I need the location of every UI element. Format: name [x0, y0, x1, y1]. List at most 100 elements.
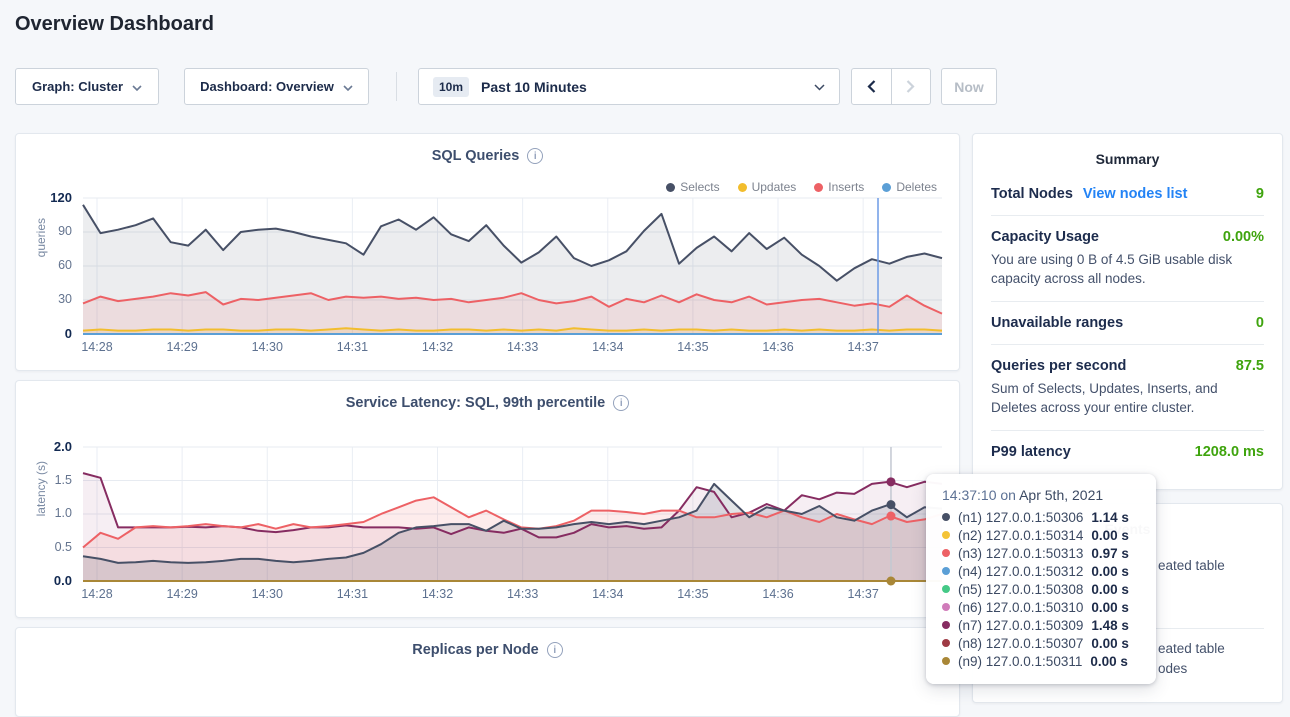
- info-icon[interactable]: i: [547, 642, 563, 658]
- tooltip-timestamp: 14:37:10 on Apr 5th, 2021: [942, 487, 1144, 503]
- y-tick-label: 0.0: [54, 573, 78, 588]
- page-title: Overview Dashboard: [15, 13, 214, 36]
- tooltip-date: Apr 5th, 2021: [1019, 487, 1103, 503]
- x-tick-label: 14:36: [762, 340, 793, 354]
- event-item-fragment: odes: [1158, 661, 1187, 676]
- summary-row-label: Unavailable ranges: [991, 315, 1123, 331]
- tooltip-node-label: (n2) 127.0.0.1:50314: [958, 528, 1083, 543]
- summary-row-header: Queries per second 87.5: [991, 358, 1264, 374]
- sql-queries-plot[interactable]: [83, 198, 942, 334]
- x-tick-label: 14:33: [507, 587, 538, 601]
- legend-label: Selects: [680, 180, 719, 194]
- tooltip-node-label: (n9) 127.0.0.1:50311: [958, 654, 1082, 669]
- y-tick-label: 90: [58, 224, 78, 238]
- node-color-dot-icon: [942, 621, 950, 629]
- x-tick-label: 14:37: [848, 340, 879, 354]
- summary-row-label: Capacity Usage: [991, 229, 1099, 245]
- summary-row-header: Unavailable ranges 0: [991, 315, 1264, 331]
- summary-row: Unavailable ranges 0: [991, 302, 1264, 345]
- tooltip-node-value: 0.00 s: [1091, 636, 1129, 651]
- legend-item-inserts[interactable]: Inserts: [814, 180, 864, 194]
- tooltip-node-value: 0.00 s: [1090, 654, 1128, 669]
- y-tick-label: 30: [58, 292, 78, 306]
- now-button[interactable]: Now: [941, 68, 997, 105]
- x-tick-label: 14:35: [677, 587, 708, 601]
- x-tick-label: 14:29: [166, 587, 197, 601]
- summary-row-header: P99 latency 1208.0 ms: [991, 444, 1264, 460]
- x-tick-label: 14:31: [337, 340, 368, 354]
- tooltip-row: (n8) 127.0.0.1:50307 0.00 s: [942, 634, 1144, 652]
- time-range-badge: 10m: [433, 77, 469, 97]
- legend-label: Deletes: [896, 180, 937, 194]
- summary-row-label: Queries per second: [991, 358, 1126, 374]
- time-range-select[interactable]: 10m Past 10 Minutes: [418, 68, 840, 105]
- now-button-label: Now: [954, 79, 984, 95]
- replicas-per-node-chart-panel: Replicas per Node i: [15, 627, 960, 717]
- service-latency-plot[interactable]: [83, 447, 942, 581]
- info-icon[interactable]: i: [613, 395, 629, 411]
- legend-item-selects[interactable]: Selects: [666, 180, 719, 194]
- summary-row-subtext: Sum of Selects, Updates, Inserts, and De…: [991, 379, 1264, 417]
- y-tick-label: 120: [50, 190, 78, 205]
- summary-row-value: 0.00%: [1223, 229, 1264, 245]
- tooltip-node-value: 1.48 s: [1091, 618, 1129, 633]
- graph-dropdown-label: Graph: Cluster: [32, 79, 123, 94]
- tooltip-node-value: 0.00 s: [1091, 528, 1129, 543]
- event-item-fragment: eated table: [1158, 641, 1225, 656]
- summary-row-value: 0: [1256, 315, 1264, 331]
- x-tick-label: 14:28: [81, 587, 112, 601]
- summary-row-label: P99 latency: [991, 444, 1071, 460]
- summary-row-label: Total Nodes: [991, 186, 1073, 202]
- summary-row-value: 1208.0 ms: [1195, 444, 1264, 460]
- tooltip-row: (n7) 127.0.0.1:503091.48 s: [942, 616, 1144, 634]
- node-color-dot-icon: [942, 585, 950, 593]
- node-color-dot-icon: [942, 531, 950, 539]
- node-color-dot-icon: [942, 603, 950, 611]
- legend-dot-icon: [814, 183, 823, 192]
- legend-item-updates[interactable]: Updates: [738, 180, 797, 194]
- chart-svg: [83, 447, 942, 581]
- x-tick-label: 14:30: [252, 340, 283, 354]
- y-tick-label: 2.0: [54, 439, 78, 454]
- tooltip-row: (n9) 127.0.0.1:50311 0.00 s: [942, 652, 1144, 670]
- tooltip-row: (n3) 127.0.0.1:503130.97 s: [942, 544, 1144, 562]
- view-nodes-list-link[interactable]: View nodes list: [1083, 186, 1188, 202]
- x-tick-label: 14:35: [677, 340, 708, 354]
- tooltip-row: (n6) 127.0.0.1:503100.00 s: [942, 598, 1144, 616]
- graph-dropdown[interactable]: Graph: Cluster: [15, 68, 159, 105]
- info-icon[interactable]: i: [527, 148, 543, 164]
- x-tick-label: 14:30: [252, 587, 283, 601]
- next-time-button[interactable]: [891, 69, 930, 104]
- summary-row-header: Capacity Usage 0.00%: [991, 229, 1264, 245]
- time-range-label: Past 10 Minutes: [481, 79, 587, 95]
- summary-row-value: 87.5: [1236, 358, 1264, 374]
- summary-heading: Summary: [973, 134, 1282, 173]
- x-tick-label: 14:37: [848, 587, 879, 601]
- legend-label: Inserts: [828, 180, 864, 194]
- tooltip-node-value: 0.00 s: [1091, 600, 1129, 615]
- y-tick-label: 0: [65, 326, 78, 341]
- legend-item-deletes[interactable]: Deletes: [882, 180, 937, 194]
- x-tick-label: 14:34: [592, 340, 623, 354]
- tooltip-node-label: (n8) 127.0.0.1:50307: [958, 636, 1083, 651]
- service-latency-chart-panel: Service Latency: SQL, 99th percentile i …: [15, 380, 960, 618]
- chart-title-replicas-per-node: Replicas per Node: [412, 642, 539, 658]
- chart-title-service-latency: Service Latency: SQL, 99th percentile: [346, 395, 606, 411]
- tooltip-row: (n4) 127.0.0.1:503120.00 s: [942, 562, 1144, 580]
- tooltip-node-label: (n4) 127.0.0.1:50312: [958, 564, 1083, 579]
- legend-label: Updates: [752, 180, 797, 194]
- dashboard-dropdown[interactable]: Dashboard: Overview: [184, 68, 369, 105]
- summary-row-subtext: You are using 0 B of 4.5 GiB usable disk…: [991, 250, 1264, 288]
- x-tick-label: 14:32: [422, 587, 453, 601]
- y-tick-label: 1.0: [55, 506, 78, 520]
- prev-time-button[interactable]: [852, 69, 891, 104]
- tooltip-node-value: 0.97 s: [1091, 546, 1129, 561]
- tooltip-row: (n5) 127.0.0.1:503080.00 s: [942, 580, 1144, 598]
- chevron-down-icon: [814, 79, 825, 94]
- node-color-dot-icon: [942, 567, 950, 575]
- legend-dot-icon: [882, 183, 891, 192]
- summary-panel: Summary Total NodesView nodes list9Capac…: [972, 133, 1283, 490]
- node-color-dot-icon: [942, 549, 950, 557]
- x-tick-label: 14:36: [762, 587, 793, 601]
- tooltip-node-label: (n1) 127.0.0.1:50306: [958, 510, 1083, 525]
